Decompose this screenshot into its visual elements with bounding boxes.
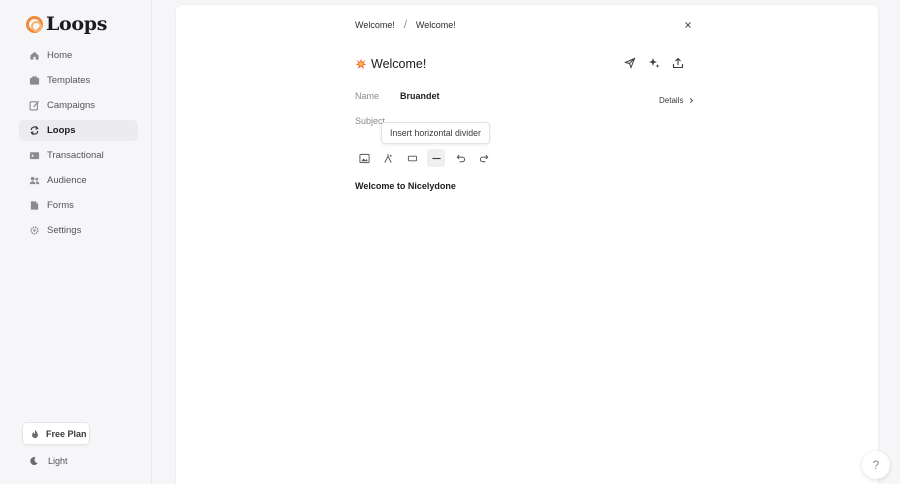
sidebar-item-home[interactable]: Home bbox=[19, 45, 138, 66]
sidebar-item-label: Transactional bbox=[47, 150, 104, 161]
sidebar-item-audience[interactable]: Audience bbox=[19, 170, 138, 191]
campaigns-icon bbox=[29, 100, 40, 111]
close-icon[interactable] bbox=[683, 20, 693, 30]
component-icon bbox=[383, 153, 392, 163]
tooltip: Insert horizontal divider bbox=[381, 122, 490, 144]
details-label: Details bbox=[659, 96, 684, 105]
sidebar-item-forms[interactable]: Forms bbox=[19, 195, 138, 216]
sidebar: Loops Home Templates Campaigns Loops Tra… bbox=[0, 0, 152, 484]
paper-plane-icon bbox=[623, 57, 636, 69]
logo[interactable]: Loops bbox=[26, 13, 107, 35]
sidebar-item-settings[interactable]: Settings bbox=[19, 220, 138, 241]
audience-icon bbox=[29, 176, 40, 185]
sidebar-item-label: Templates bbox=[47, 75, 91, 86]
sidebar-item-label: Forms bbox=[47, 200, 74, 211]
home-icon bbox=[30, 51, 39, 60]
name-field-value[interactable]: Bruandet bbox=[400, 91, 440, 101]
breadcrumb: Welcome! / Welcome! bbox=[355, 19, 456, 31]
sidebar-item-campaigns[interactable]: Campaigns bbox=[19, 95, 138, 116]
editor-panel: Welcome! / Welcome! Welcome! Name Bruand… bbox=[176, 5, 878, 484]
app-name: Loops bbox=[46, 13, 108, 35]
sparkles-icon bbox=[649, 58, 660, 68]
redo-button[interactable] bbox=[475, 149, 493, 167]
theme-label: Light bbox=[48, 456, 68, 466]
theme-toggle[interactable]: Light bbox=[29, 456, 68, 466]
sidebar-item-label: Campaigns bbox=[47, 100, 96, 111]
collision-emoji-icon bbox=[355, 58, 367, 69]
upload-icon bbox=[672, 57, 684, 69]
forms-icon bbox=[30, 201, 39, 210]
sidebar-item-templates[interactable]: Templates bbox=[19, 70, 138, 91]
settings-icon bbox=[30, 226, 39, 235]
sidebar-item-label: Audience bbox=[47, 175, 87, 186]
transactional-icon bbox=[29, 152, 40, 160]
ai-assist-button[interactable] bbox=[648, 56, 660, 68]
breadcrumb-separator: / bbox=[403, 19, 407, 31]
insert-button-button[interactable] bbox=[403, 149, 421, 167]
undo-icon bbox=[456, 154, 465, 162]
templates-icon bbox=[29, 76, 40, 85]
free-plan-label: Free Plan bbox=[46, 428, 87, 439]
sidebar-item-label: Settings bbox=[47, 225, 82, 236]
sidebar-nav: Home Templates Campaigns Loops Transacti… bbox=[19, 45, 138, 245]
sidebar-item-label: Loops bbox=[47, 125, 76, 136]
insert-image-button[interactable] bbox=[355, 149, 373, 167]
details-button[interactable]: Details bbox=[659, 96, 695, 105]
undo-button[interactable] bbox=[451, 149, 469, 167]
insert-component-button[interactable] bbox=[379, 149, 397, 167]
divider-icon bbox=[431, 157, 441, 159]
loops-icon bbox=[30, 126, 39, 135]
flame-icon bbox=[32, 429, 38, 438]
redo-icon bbox=[479, 154, 488, 162]
email-title-text: Welcome! bbox=[371, 57, 427, 71]
name-field-label: Name bbox=[355, 91, 380, 101]
editor-toolbar bbox=[355, 149, 499, 167]
loops-logo-icon bbox=[26, 15, 43, 33]
sidebar-item-transactional[interactable]: Transactional bbox=[19, 145, 138, 166]
breadcrumb-item-loop[interactable]: Welcome! bbox=[355, 20, 395, 30]
image-icon bbox=[358, 153, 370, 163]
send-test-button[interactable] bbox=[623, 56, 636, 69]
insert-divider-button[interactable] bbox=[427, 149, 445, 167]
breadcrumb-item-email[interactable]: Welcome! bbox=[416, 20, 456, 30]
email-title[interactable]: Welcome! bbox=[355, 57, 426, 71]
moon-icon bbox=[30, 457, 38, 466]
email-body-text[interactable]: Welcome to Nicelydone bbox=[355, 181, 456, 191]
sidebar-item-label: Home bbox=[47, 50, 73, 61]
title-actions bbox=[623, 56, 696, 69]
publish-button[interactable] bbox=[672, 56, 684, 69]
chevron-right-icon bbox=[690, 98, 694, 103]
button-icon bbox=[407, 155, 417, 161]
help-button[interactable]: ? bbox=[862, 451, 890, 479]
free-plan-button[interactable]: Free Plan bbox=[22, 422, 90, 445]
sidebar-item-loops[interactable]: Loops bbox=[19, 120, 138, 141]
